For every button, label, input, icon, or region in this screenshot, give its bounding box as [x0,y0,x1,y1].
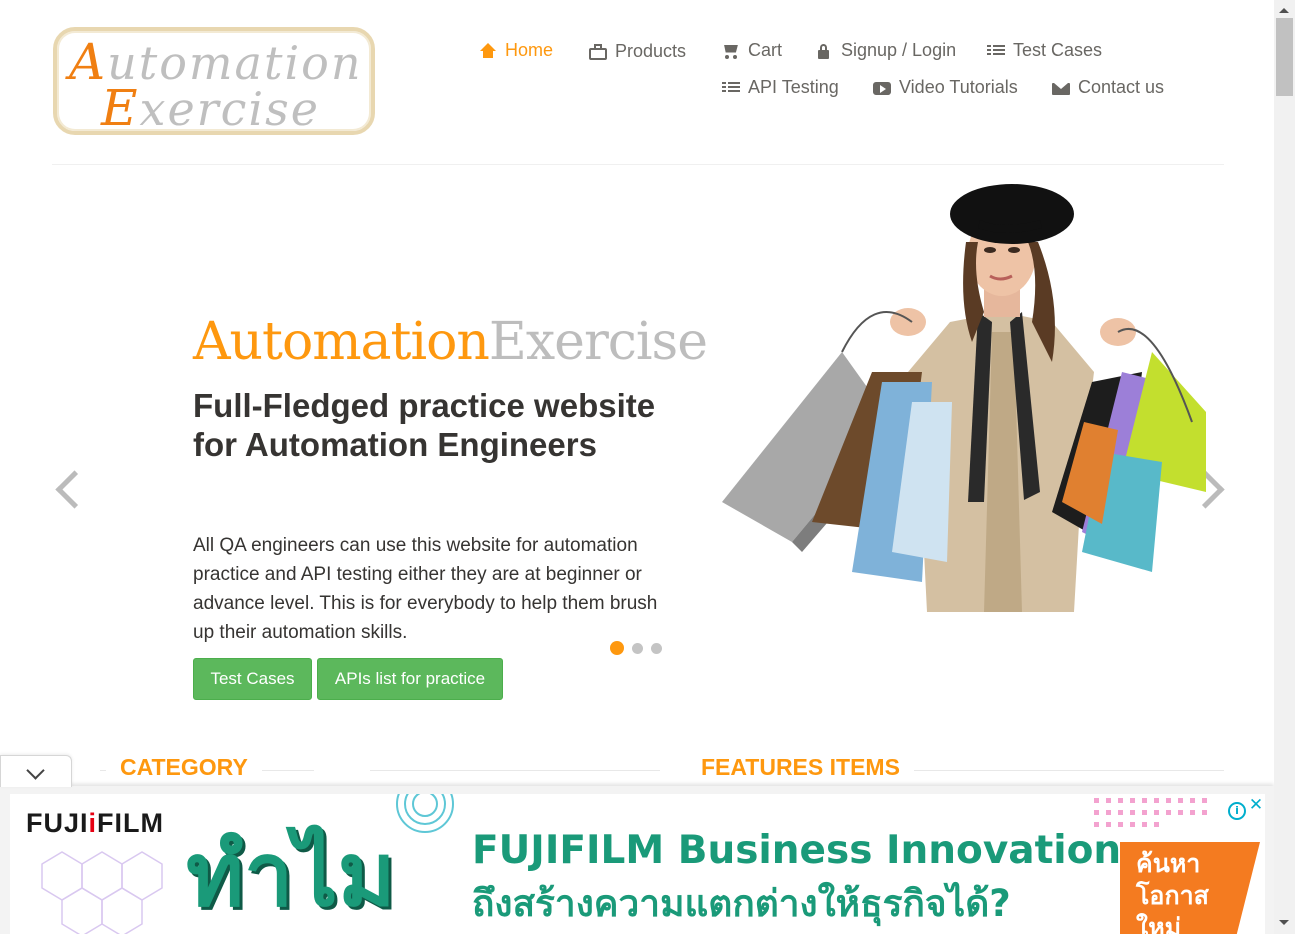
page-scrollbar[interactable] [1274,0,1295,934]
ad-headline-thai: ทำไม [186,823,396,926]
nav-api-testing[interactable]: API Testing [722,77,839,98]
ad-collapse-chevron-icon[interactable] [0,755,72,787]
ad-headline-line2: ถึงสร้างความแตกต่างให้ธุรกิจได้? [472,882,1011,925]
slider-brand-title: AutomationExercise [193,312,708,372]
nav-video-tutorials[interactable]: Video Tutorials [873,77,1018,98]
nav-api-testing-label: API Testing [748,77,839,97]
scroll-up-arrow-icon[interactable] [1279,8,1289,13]
ad-close-icon[interactable]: ✕ [1247,796,1265,814]
nav-products-label: Products [615,41,687,61]
list-icon [722,80,740,96]
youtube-play-icon [873,80,891,96]
fujifilm-logo: FUJIiFILM [26,808,165,838]
nav-cart-label: Cart [748,40,783,60]
nav-home-label: Home [505,40,554,60]
apis-list-button[interactable]: APIs list for practice [317,658,503,700]
site-logo[interactable]: Automation Exercise [53,27,375,137]
divider-line [370,770,660,771]
nav-test-cases-label: Test Cases [1013,40,1103,60]
scrollbar-thumb[interactable] [1276,18,1293,96]
nav-contact-us[interactable]: Contact us [1052,77,1164,98]
hero-shopping-girl-image [722,184,1206,612]
hexagon-pattern-decoration [41,851,163,934]
envelope-icon [1052,80,1070,96]
slider-indicator-2[interactable] [632,642,643,654]
scroll-down-arrow-icon[interactable] [1279,920,1289,925]
slider-indicator-1[interactable] [610,641,624,655]
nav-signup-login-label: Signup / Login [841,40,957,60]
test-cases-button[interactable]: Test Cases [193,658,312,700]
slider-indicators [610,641,662,655]
nav-test-cases[interactable]: Test Cases [987,40,1102,61]
ad-headline-line1: FUJIFILM Business Innovation [472,828,1122,873]
nav-video-tutorials-label: Video Tutorials [899,77,1018,97]
ad-info-icon[interactable]: i [1228,802,1246,820]
shopping-cart-icon [722,43,740,59]
nav-signup-login[interactable]: Signup / Login [815,40,956,61]
home-icon [479,42,497,59]
ad-cta-button[interactable]: ค้นหา โอกาส ใหม่ [1120,842,1260,934]
nav-home[interactable]: Home [479,40,553,61]
features-items-title: FEATURES ITEMS [687,754,914,781]
nav-products[interactable]: Products [589,41,686,62]
ad-banner[interactable]: FUJIiFILM ทำไม FUJIFILM Business Innovat… [10,794,1265,934]
nav-cart[interactable]: Cart [722,40,782,61]
lock-icon [815,43,833,59]
slider-prev-arrow[interactable] [49,466,83,512]
slider-indicator-3[interactable] [651,642,662,654]
list-icon [987,43,1005,59]
header-divider [52,164,1224,165]
category-title: CATEGORY [106,754,262,781]
slider-description: All QA engineers can use this website fo… [193,535,658,643]
slider-heading: Full-Fledged practice website for Automa… [193,387,656,463]
briefcase-icon [589,43,607,60]
nav-contact-us-label: Contact us [1078,77,1165,97]
logo-line-exercise: Exercise [101,79,320,137]
